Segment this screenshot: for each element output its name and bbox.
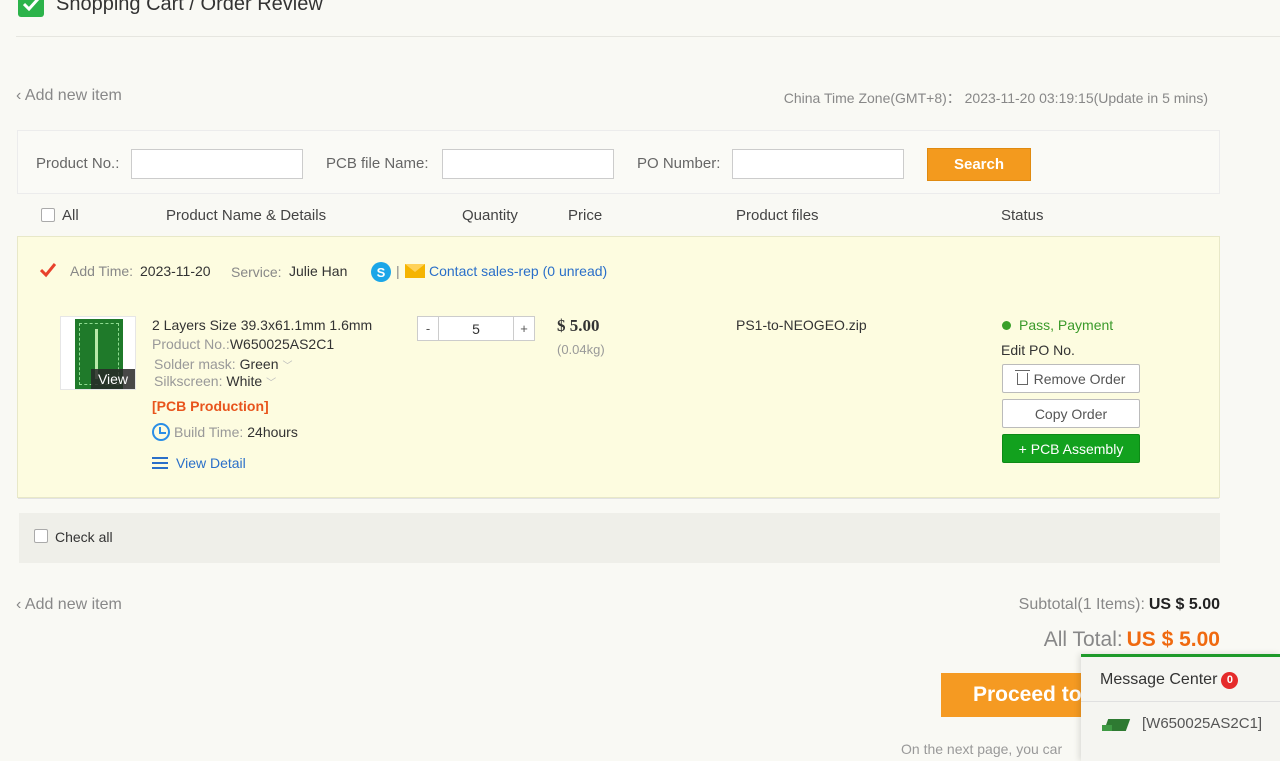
trash-icon — [1014, 369, 1030, 385]
pcb-assembly-button[interactable]: + PCB Assembly — [1002, 434, 1140, 463]
quantity-increase-button[interactable]: + — [514, 317, 534, 340]
all-total-row: All Total: US $ 5.00 — [1043, 628, 1220, 651]
po-number-input[interactable] — [732, 149, 904, 179]
message-center-header[interactable]: Message Center 0 — [1100, 671, 1239, 689]
quantity-input[interactable]: 5 — [438, 317, 514, 340]
check-all-bar — [19, 513, 1220, 563]
separator: | — [396, 263, 400, 279]
order-status: Pass, Payment — [1002, 317, 1113, 333]
product-file-link[interactable]: PS1-to-NEOGEO.zip — [736, 317, 867, 333]
remove-order-button[interactable]: Remove Order — [1002, 364, 1140, 393]
column-header-price: Price — [568, 207, 603, 224]
checkmark-icon — [18, 0, 44, 17]
silkscreen-value: White — [226, 373, 263, 389]
build-time-value: 24hours — [247, 424, 298, 440]
column-header-product: Product Name & Details — [166, 207, 327, 224]
solder-mask-value: Green — [239, 356, 279, 372]
product-spec: 2 Layers Size 39.3x61.1mm 1.6mm — [152, 317, 373, 333]
page-title: Shopping Cart / Order Review — [56, 0, 323, 15]
status-dot-icon — [1002, 320, 1011, 330]
order-weight: (0.04kg) — [557, 342, 605, 357]
pcb-production-tag: [PCB Production] — [152, 398, 269, 414]
subtotal-row: Subtotal(1 Items): US $ 5.00 — [1018, 596, 1220, 613]
product-no-input[interactable] — [131, 149, 303, 179]
subtotal-value: US $ 5.00 — [1148, 596, 1220, 613]
product-no-row: Product No.:W650025AS2C1 — [152, 336, 335, 352]
chevron-left-icon: ‹ — [16, 87, 25, 104]
select-all-label: All — [62, 207, 79, 224]
message-divider — [1081, 701, 1280, 702]
add-time-value: 2023-11-20 — [140, 263, 211, 279]
all-total-value: US $ 5.00 — [1126, 628, 1220, 651]
solder-mask-row[interactable]: Solder mask: Green ﹀ — [154, 356, 293, 372]
quantity-stepper: - 5 + — [417, 316, 535, 341]
product-no-value: W650025AS2C1 — [229, 336, 335, 352]
clock-icon — [152, 423, 170, 441]
pcb-file-input[interactable] — [442, 149, 614, 179]
checkbox-checked-icon — [40, 263, 56, 278]
silkscreen-row[interactable]: Silkscreen: White ﹀ — [154, 373, 276, 389]
title-divider — [16, 36, 1280, 37]
timezone-note: China Time Zone(GMT+8)： 2023-11-20 03:19… — [783, 90, 1208, 106]
add-time-label: Add Time: — [70, 263, 134, 279]
skype-icon[interactable]: S — [371, 262, 391, 282]
contact-sales-rep-link[interactable]: Contact sales-rep (0 unread) — [429, 263, 607, 279]
chevron-left-icon: ‹ — [16, 596, 25, 613]
message-item[interactable]: [W650025AS2C1] — [1100, 713, 1262, 733]
unread-count-badge: 0 — [1221, 671, 1239, 689]
view-image-button[interactable]: View — [91, 369, 135, 389]
view-detail-link[interactable]: View Detail — [152, 455, 246, 471]
column-header-status: Status — [1001, 207, 1044, 224]
add-new-item-link-bottom[interactable]: ‹ Add new item — [16, 596, 122, 614]
message-center-panel[interactable]: Message Center 0 [W650025AS2C1] — [1081, 654, 1280, 761]
search-button[interactable]: Search — [927, 148, 1031, 181]
quantity-decrease-button[interactable]: - — [418, 317, 438, 340]
add-new-item-link-top[interactable]: ‹ Add new item — [16, 87, 122, 105]
po-number-label: PO Number: — [637, 155, 721, 172]
order-checkbox[interactable] — [40, 262, 56, 278]
check-all-label: Check all — [55, 529, 113, 545]
pcb-file-label: PCB file Name: — [326, 155, 429, 172]
order-price: $ 5.00 — [557, 316, 600, 335]
pcb-icon — [1100, 713, 1134, 733]
service-value: Julie Han — [289, 263, 348, 279]
mail-icon[interactable] — [405, 264, 425, 278]
product-no-label: Product No.: — [36, 155, 120, 172]
check-all-checkbox[interactable] — [34, 529, 48, 543]
chevron-down-icon: ﹀ — [282, 361, 293, 372]
pcb-thumbnail[interactable]: View — [60, 316, 136, 390]
list-icon — [152, 457, 168, 469]
chevron-down-icon: ﹀ — [266, 378, 277, 389]
page-header: Shopping Cart / Order Review — [18, 0, 323, 18]
select-all-checkbox[interactable] — [41, 208, 55, 222]
copy-order-button[interactable]: Copy Order — [1002, 399, 1140, 428]
column-header-quantity: Quantity — [462, 207, 518, 224]
next-page-note: On the next page, you car — [901, 741, 1063, 757]
service-label: Service: — [231, 264, 282, 280]
column-header-files: Product files — [736, 207, 819, 224]
edit-po-link[interactable]: Edit PO No. — [1001, 342, 1075, 358]
build-time-row: Build Time: 24hours — [152, 423, 298, 441]
